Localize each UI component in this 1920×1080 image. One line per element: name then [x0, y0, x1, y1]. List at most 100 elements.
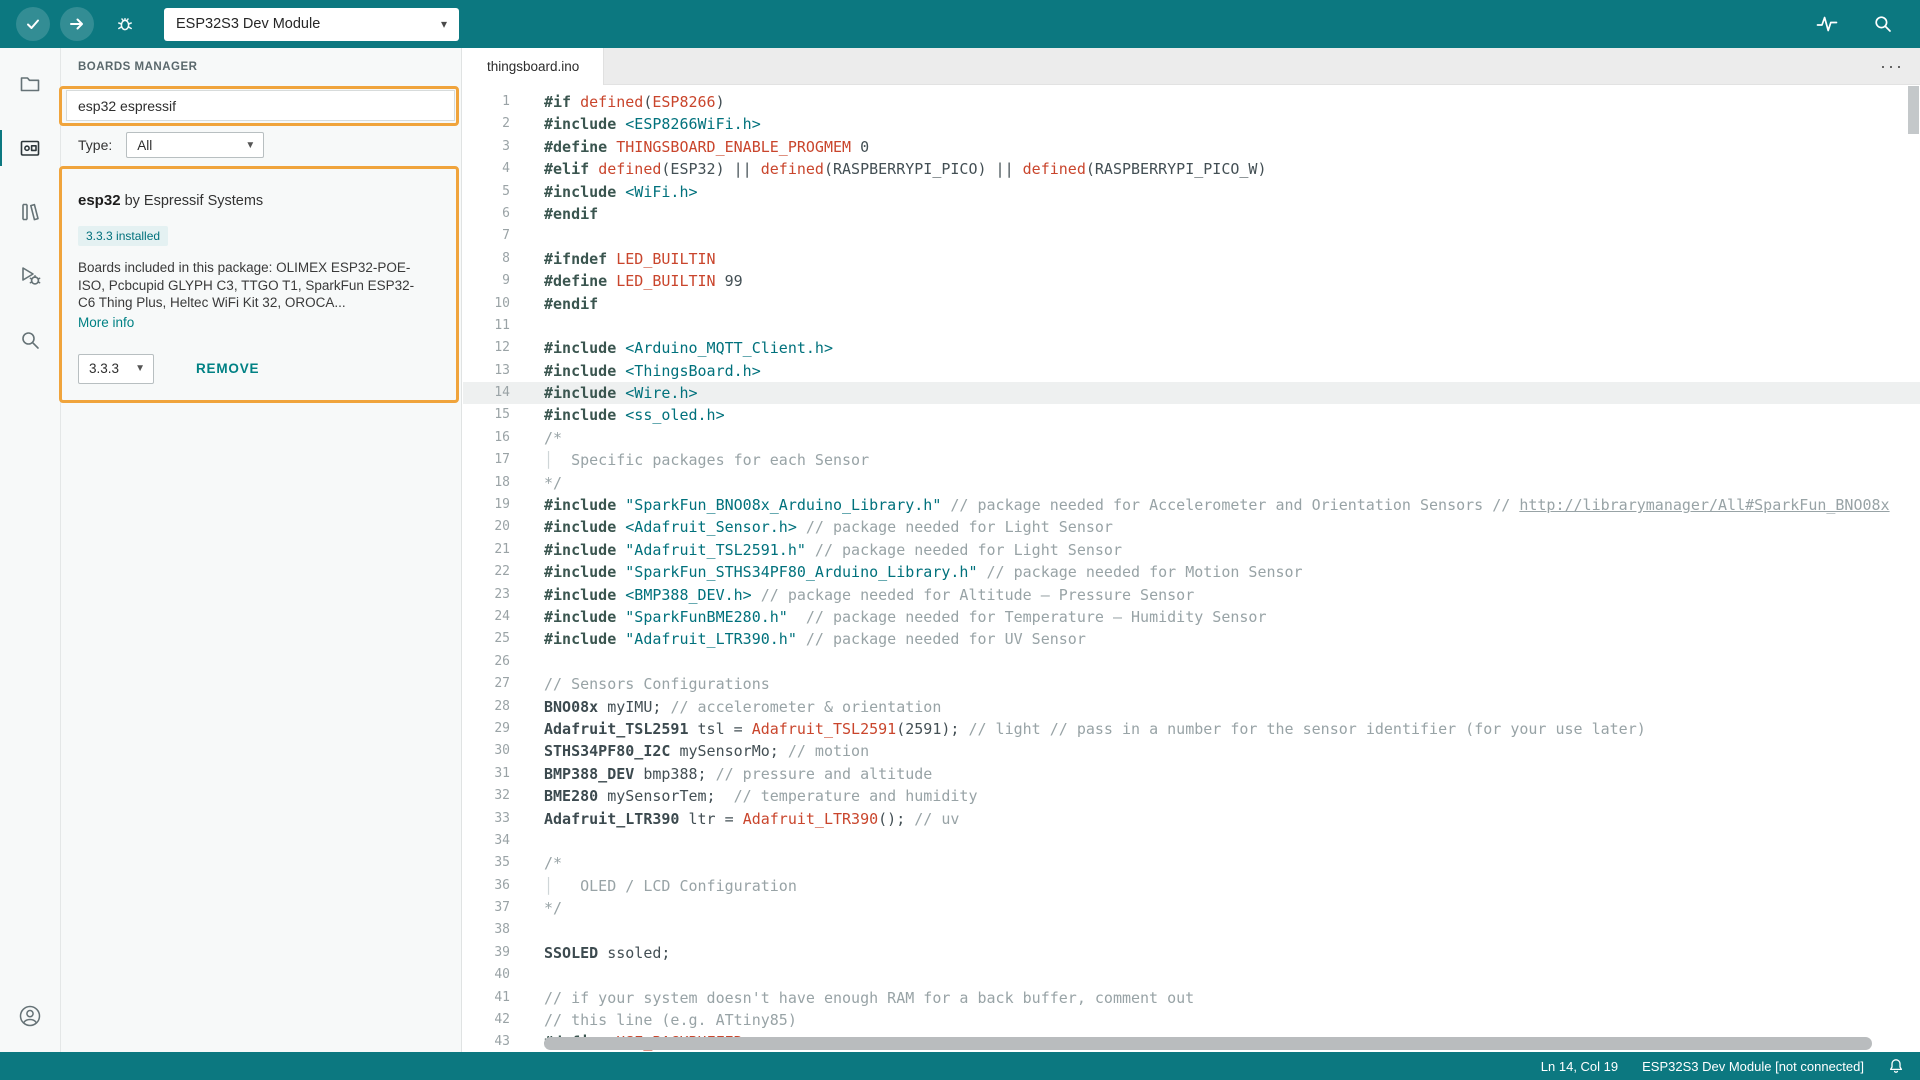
- code-line[interactable]: 40: [463, 964, 1920, 986]
- code-line[interactable]: 2 #include <ESP8266WiFi.h>: [463, 113, 1920, 135]
- arduino-ide-window: ESP32S3 Dev Module ▾ BOARDS MANAGER esp3…: [0, 0, 1920, 1080]
- folder-icon: [18, 72, 42, 96]
- code-text: #define THINGSBOARD_ENABLE_PROGMEM 0: [544, 137, 870, 156]
- code-line[interactable]: 33 Adafruit_LTR390 ltr = Adafruit_LTR390(…: [463, 808, 1920, 830]
- line-number: 25: [494, 631, 510, 647]
- sidebar-item-debug[interactable]: [0, 244, 60, 308]
- code-line[interactable]: 12 #include <Arduino_MQTT_Client.h>: [463, 337, 1920, 359]
- editor-overflow-menu[interactable]: ···: [1880, 57, 1920, 75]
- code-line[interactable]: 21 #include "Adafruit_TSL2591.h" // packa…: [463, 539, 1920, 561]
- sidebar-item-boards-manager[interactable]: [0, 116, 60, 180]
- version-dropdown[interactable]: 3.3.3 ▼: [78, 353, 154, 384]
- code-line[interactable]: 26: [463, 651, 1920, 673]
- code-line[interactable]: 35 /*: [463, 852, 1920, 874]
- chevron-down-icon: ▼: [135, 363, 145, 374]
- code-text: // if your system doesn't have enough RA…: [544, 988, 1195, 1007]
- code-line[interactable]: 18 */: [463, 472, 1920, 494]
- line-number: 33: [494, 810, 510, 826]
- line-number: 18: [494, 474, 510, 490]
- code-line[interactable]: 37 */: [463, 897, 1920, 919]
- code-line[interactable]: 24 #include "SparkFunBME280.h" // package…: [463, 606, 1920, 628]
- debug-button[interactable]: [108, 7, 142, 41]
- code-line[interactable]: 6 #endif: [463, 203, 1920, 225]
- code-text: // Sensors Configurations: [544, 675, 770, 694]
- line-number: 7: [502, 228, 510, 244]
- remove-button[interactable]: REMOVE: [196, 361, 259, 376]
- code-text: #include "Adafruit_LTR390.h" // package …: [544, 630, 1086, 649]
- line-number: 27: [494, 676, 510, 692]
- toolbar: ESP32S3 Dev Module ▾: [0, 0, 1920, 48]
- code-line[interactable]: 41 // if your system doesn't have enough …: [463, 987, 1920, 1009]
- code-line[interactable]: 15 #include <ss_oled.h>: [463, 404, 1920, 426]
- serial-plotter-button[interactable]: [1810, 7, 1844, 41]
- code-line[interactable]: 30 STHS34PF80_I2C mySensorMo; // motion: [463, 740, 1920, 762]
- line-number: 21: [494, 541, 510, 557]
- code-line[interactable]: 27 // Sensors Configurations: [463, 673, 1920, 695]
- status-bar: Ln 14, Col 19 ESP32S3 Dev Module [not co…: [0, 1052, 1920, 1080]
- upload-button[interactable]: [60, 7, 94, 41]
- code-editor[interactable]: 1 #if defined(ESP8266) 2 #include <ESP8266W…: [463, 85, 1920, 1052]
- code-line[interactable]: 11: [463, 315, 1920, 337]
- code-line[interactable]: 31 BMP388_DEV bmp388; // pressure and alt…: [463, 763, 1920, 785]
- account-button[interactable]: [0, 984, 60, 1048]
- code-text: #include <Wire.h>: [544, 384, 698, 403]
- code-line[interactable]: 28 BNO08x myIMU; // accelerometer & orien…: [463, 696, 1920, 718]
- sidebar-item-sketchbook[interactable]: [0, 52, 60, 116]
- sidebar-item-library-manager[interactable]: [0, 180, 60, 244]
- code-line[interactable]: 13 #include <ThingsBoard.h>: [463, 360, 1920, 382]
- verify-button[interactable]: [16, 7, 50, 41]
- code-line[interactable]: 16 /*: [463, 427, 1920, 449]
- code-line[interactable]: 42 // this line (e.g. ATtiny85): [463, 1009, 1920, 1031]
- arrow-right-icon: [69, 16, 85, 32]
- line-number: 24: [494, 608, 510, 624]
- code-line[interactable]: 9 #define LED_BUILTIN 99: [463, 270, 1920, 292]
- line-number: 28: [494, 698, 510, 714]
- code-line[interactable]: 36 │ OLED / LCD Configuration: [463, 875, 1920, 897]
- code-line[interactable]: 25 #include "Adafruit_LTR390.h" // packag…: [463, 628, 1920, 650]
- boards-search-input[interactable]: [66, 90, 455, 121]
- line-number: 30: [494, 743, 510, 759]
- sidebar-item-search[interactable]: [0, 308, 60, 372]
- notifications-bell-icon[interactable]: [1888, 1058, 1904, 1074]
- line-number: 15: [494, 407, 510, 423]
- code-line[interactable]: 38: [463, 919, 1920, 941]
- type-dropdown[interactable]: All ▼: [126, 132, 265, 158]
- code-line[interactable]: 3 #define THINGSBOARD_ENABLE_PROGMEM 0: [463, 136, 1920, 158]
- more-info-link[interactable]: More info: [78, 315, 134, 330]
- line-number: 6: [502, 205, 510, 221]
- board-connection-status[interactable]: ESP32S3 Dev Module [not connected]: [1642, 1059, 1864, 1074]
- code-line[interactable]: 23 #include <BMP388_DEV.h> // package nee…: [463, 584, 1920, 606]
- cursor-position[interactable]: Ln 14, Col 19: [1541, 1059, 1618, 1074]
- code-line[interactable]: 1 #if defined(ESP8266): [463, 91, 1920, 113]
- code-line[interactable]: 7: [463, 225, 1920, 247]
- code-line[interactable]: 29 Adafruit_TSL2591 tsl = Adafruit_TSL259…: [463, 718, 1920, 740]
- board-actions: 3.3.3 ▼ REMOVE: [78, 353, 434, 384]
- line-number: 40: [494, 967, 510, 983]
- code-text: #include <ThingsBoard.h>: [544, 361, 761, 380]
- line-number: 2: [502, 116, 510, 132]
- serial-monitor-button[interactable]: [1866, 7, 1900, 41]
- vertical-scrollbar[interactable]: [1908, 86, 1919, 134]
- code-line[interactable]: 34: [463, 830, 1920, 852]
- code-text: #include "SparkFun_BNO08x_Arduino_Librar…: [544, 496, 1890, 515]
- code-line[interactable]: 14 #include <Wire.h>: [463, 382, 1920, 405]
- code-line[interactable]: 8 #ifndef LED_BUILTIN: [463, 248, 1920, 270]
- code-line[interactable]: 19 #include "SparkFun_BNO08x_Arduino_Libr…: [463, 494, 1920, 516]
- code-line[interactable]: 20 #include <Adafruit_Sensor.h> // packag…: [463, 516, 1920, 538]
- code-text: #include "SparkFunBME280.h" // package n…: [544, 607, 1267, 626]
- code-line[interactable]: 5 #include <WiFi.h>: [463, 181, 1920, 203]
- code-line[interactable]: 10 #endif: [463, 293, 1920, 315]
- code-line[interactable]: 4 #elif defined(ESP32) || defined(RASPBER…: [463, 158, 1920, 180]
- board-selector-dropdown[interactable]: ESP32S3 Dev Module ▾: [164, 7, 459, 41]
- code-line[interactable]: 17 │ Specific packages for each Sensor: [463, 449, 1920, 471]
- code-line[interactable]: 39 SSOLED ssoled;: [463, 942, 1920, 964]
- code-line[interactable]: 22 #include "SparkFun_STHS34PF80_Arduino_…: [463, 561, 1920, 583]
- tab-thingsboard-ino[interactable]: thingsboard.ino: [463, 48, 605, 85]
- code-line[interactable]: 32 BME280 mySensorTem; // temperature and…: [463, 785, 1920, 807]
- horizontal-scrollbar[interactable]: [544, 1037, 1872, 1050]
